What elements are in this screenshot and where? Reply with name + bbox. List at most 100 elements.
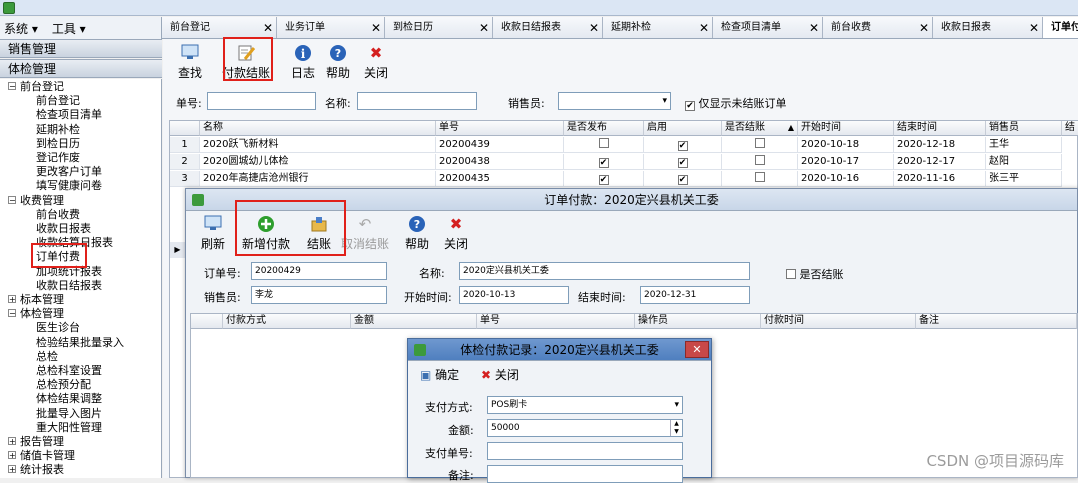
- tab-check-items[interactable]: 检查项目清单 ✕: [713, 17, 823, 38]
- collapse-icon[interactable]: −: [8, 309, 16, 318]
- sidebar-item[interactable]: − 收费管理: [8, 194, 64, 207]
- tab-order-payment[interactable]: 订单付: [1043, 17, 1078, 38]
- pay-no-input[interactable]: [487, 442, 683, 460]
- dialog-start-field[interactable]: 2020-10-13: [459, 286, 569, 304]
- close-icon[interactable]: ✕: [1029, 17, 1039, 38]
- sidebar-item[interactable]: 总检科室设置: [36, 364, 102, 377]
- col-header-end[interactable]: 结束时间: [894, 121, 986, 136]
- sidebar-item[interactable]: 总检预分配: [36, 378, 91, 391]
- sidebar-item[interactable]: 填写健康问卷: [36, 179, 102, 192]
- tab-front-payment[interactable]: 前台收费 ✕: [823, 17, 933, 38]
- sidebar-item[interactable]: 延期补检: [36, 123, 80, 136]
- close-icon[interactable]: ✕: [263, 17, 273, 38]
- confirm-button[interactable]: ▣ 确定: [420, 366, 459, 383]
- amount-input[interactable]: 50000 ▲ ▼: [487, 419, 683, 437]
- close-icon[interactable]: ✕: [479, 17, 489, 38]
- sidebar-item[interactable]: 总检: [36, 350, 58, 363]
- cell-published[interactable]: [564, 137, 644, 153]
- sidebar-item[interactable]: + 储值卡管理: [8, 449, 75, 462]
- dialog-help-button[interactable]: ? 帮助: [404, 215, 430, 252]
- sidebar-item[interactable]: 前台登记: [36, 94, 80, 107]
- close-icon[interactable]: ✕: [919, 17, 929, 38]
- sidebar-section-sales[interactable]: 销售管理: [0, 39, 162, 58]
- col-header-name[interactable]: 名称: [200, 121, 436, 136]
- note-input[interactable]: [487, 465, 683, 483]
- expand-icon[interactable]: +: [8, 437, 16, 446]
- col-header-seller[interactable]: 销售员: [986, 121, 1062, 136]
- sidebar-item[interactable]: 收款结算日报表: [36, 236, 113, 249]
- close-icon[interactable]: ✕: [809, 17, 819, 38]
- col-header-published[interactable]: 是否发布: [564, 121, 644, 136]
- sidebar-item[interactable]: 到检日历: [36, 137, 80, 150]
- col-header-amount[interactable]: 金额: [351, 314, 477, 329]
- col-header-no[interactable]: 单号: [436, 121, 564, 136]
- sidebar-item[interactable]: 批量导入图片: [36, 407, 102, 420]
- cancel-settle-button[interactable]: ↶ 取消结账: [339, 215, 391, 252]
- spinner-arrows-icon[interactable]: ▲ ▼: [670, 420, 682, 436]
- sidebar-item[interactable]: 医生诊台: [36, 321, 80, 334]
- method-select[interactable]: POS刷卡 ▾: [487, 396, 683, 414]
- find-button[interactable]: 查找: [176, 44, 204, 81]
- col-header-enabled[interactable]: 启用: [644, 121, 722, 136]
- col-header-start[interactable]: 开始时间: [798, 121, 894, 136]
- cell-published[interactable]: ✔: [564, 154, 644, 170]
- expand-icon[interactable]: +: [8, 451, 16, 460]
- dialog-close-button[interactable]: ✖ 关闭: [443, 215, 469, 252]
- add-payment-button[interactable]: 新增付款: [240, 215, 292, 252]
- sidebar-item[interactable]: 检验结果批量录入: [36, 336, 124, 349]
- expand-icon[interactable]: +: [8, 295, 16, 304]
- tab-delayed-check[interactable]: 延期补检 ✕: [603, 17, 713, 38]
- menu-system[interactable]: 系统 ▾: [4, 20, 38, 37]
- help-button[interactable]: ? 帮助: [324, 44, 352, 81]
- log-button[interactable]: i 日志: [289, 44, 317, 81]
- close-icon[interactable]: ✕: [589, 17, 599, 38]
- close-button[interactable]: ✖ 关闭: [362, 44, 390, 81]
- collapse-icon[interactable]: −: [8, 195, 16, 204]
- order-no-input[interactable]: [207, 92, 316, 110]
- col-header-settled[interactable]: 是否结账 ▲: [722, 121, 798, 136]
- refresh-button[interactable]: 刷新: [200, 215, 226, 252]
- sidebar-section-exam[interactable]: 体检管理: [0, 59, 162, 78]
- collapse-icon[interactable]: −: [8, 82, 16, 91]
- dialog-order-no-field[interactable]: 20200429: [251, 262, 387, 280]
- tab-daily-settlement-report[interactable]: 收款日结报表 ✕: [493, 17, 603, 38]
- settle-payment-button[interactable]: 付款结账: [220, 44, 272, 81]
- sidebar-item[interactable]: + 报告管理: [8, 435, 64, 448]
- col-header-pay-time[interactable]: 付款时间: [761, 314, 916, 329]
- cell-published[interactable]: ✔: [564, 171, 644, 187]
- name-input[interactable]: [357, 92, 477, 110]
- seller-select[interactable]: ▾: [558, 92, 671, 110]
- cell-enabled[interactable]: ✔: [644, 171, 722, 187]
- col-header-note[interactable]: 备注: [916, 314, 1077, 329]
- sidebar-item[interactable]: − 体检管理: [8, 307, 64, 320]
- cell-settled[interactable]: [722, 154, 798, 170]
- cell-settled[interactable]: [722, 137, 798, 153]
- col-header-pay-no[interactable]: 单号: [477, 314, 635, 329]
- sidebar-item[interactable]: 收款日报表: [36, 222, 91, 235]
- unsettled-only-checkbox[interactable]: ✔ 仅显示未结账订单: [685, 95, 787, 111]
- payment-close-button[interactable]: ✖ 关闭: [481, 366, 519, 383]
- dialog-seller-field[interactable]: 李龙: [251, 286, 387, 304]
- cell-enabled[interactable]: ✔: [644, 154, 722, 170]
- sidebar-item[interactable]: 体检结果调整: [36, 392, 102, 405]
- cell-enabled[interactable]: ✔: [644, 137, 722, 153]
- sidebar-item[interactable]: 检查项目清单: [36, 108, 102, 121]
- col-header-method[interactable]: 付款方式: [223, 314, 351, 329]
- close-icon[interactable]: ✕: [699, 17, 709, 38]
- tab-business-orders[interactable]: 业务订单 ✕: [277, 17, 385, 38]
- sidebar-item[interactable]: 前台收费: [36, 208, 80, 221]
- tab-front-registration[interactable]: 前台登记 ✕: [162, 17, 277, 38]
- col-header-operator[interactable]: 操作员: [635, 314, 761, 329]
- sidebar-item[interactable]: 登记作废: [36, 151, 80, 164]
- tab-calendar[interactable]: 到检日历 ✕: [385, 17, 493, 38]
- sidebar-item[interactable]: − 前台登记: [8, 80, 64, 93]
- sidebar-item[interactable]: 订单付费: [36, 250, 80, 263]
- cell-settled[interactable]: [722, 171, 798, 187]
- sidebar-item[interactable]: 收款日结报表: [36, 279, 102, 292]
- sidebar-item[interactable]: + 标本管理: [8, 293, 64, 306]
- tab-daily-receipt-report[interactable]: 收款日报表 ✕: [933, 17, 1043, 38]
- sidebar-item[interactable]: 重大阳性管理: [36, 421, 102, 434]
- dialog-name-field[interactable]: 2020定兴县机关工委: [459, 262, 750, 280]
- col-header-extra[interactable]: 结: [1062, 121, 1078, 136]
- window-close-button[interactable]: ✕: [685, 341, 709, 358]
